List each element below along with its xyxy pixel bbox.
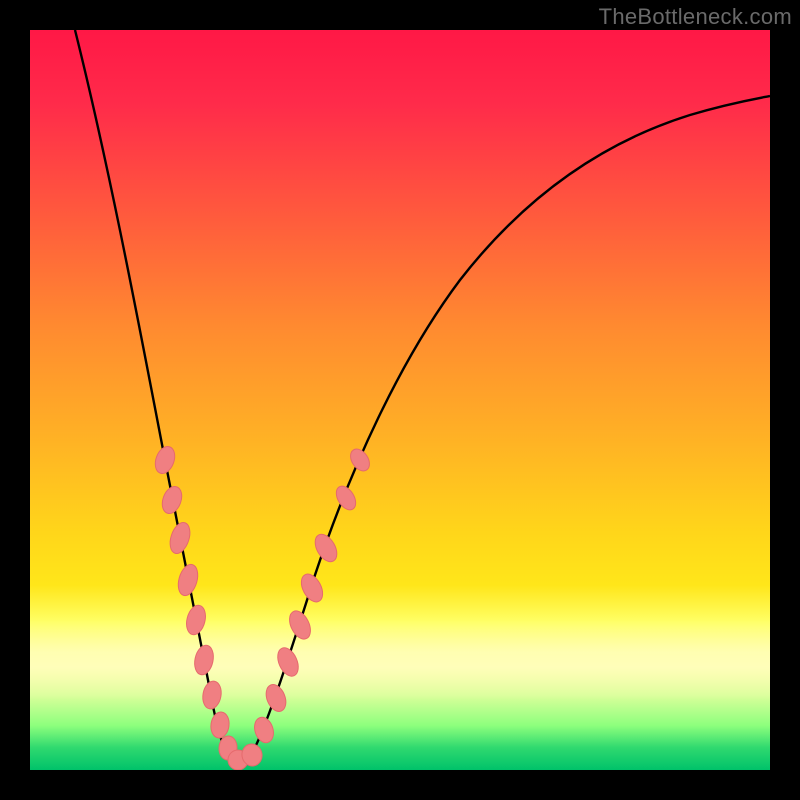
curve-path [75, 30, 770, 765]
bottleneck-curve [30, 30, 770, 770]
marker-group [152, 444, 374, 770]
plot-area [30, 30, 770, 770]
outer-frame: TheBottleneck.com [0, 0, 800, 800]
watermark-text: TheBottleneck.com [599, 4, 792, 30]
